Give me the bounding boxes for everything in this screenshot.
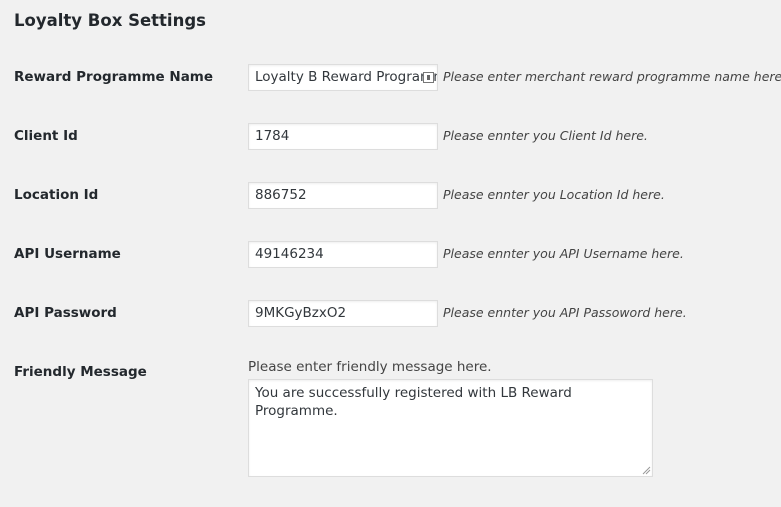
reward-programme-name-input[interactable]: Loyalty B Reward Programme [248,64,438,91]
api-password-row: API Password 9MKGyBzxO2 Please ennter yo… [0,300,781,328]
location-id-value: 886752 [255,187,307,203]
friendly-message-description: Please enter friendly message here. [248,359,492,375]
autofill-key-icon[interactable] [423,72,434,83]
api-username-hint: Please ennter you API Username here. [443,246,684,261]
location-id-hint: Please ennter you Location Id here. [443,187,665,202]
friendly-message-label: Friendly Message [14,364,147,380]
client-id-hint: Please ennter you Client Id here. [443,128,648,143]
reward-programme-name-value: Loyalty B Reward Programme [255,69,438,85]
api-password-input[interactable]: 9MKGyBzxO2 [248,300,438,327]
api-username-row: API Username 49146234 Please ennter you … [0,241,781,269]
reward-programme-name-row: Reward Programme Name Loyalty B Reward P… [0,64,781,92]
api-username-label: API Username [14,246,121,262]
location-id-row: Location Id 886752 Please ennter you Loc… [0,182,781,210]
api-username-input[interactable]: 49146234 [248,241,438,268]
client-id-input[interactable]: 1784 [248,123,438,150]
location-id-label: Location Id [14,187,99,203]
api-password-value: 9MKGyBzxO2 [255,305,347,321]
resize-handle-icon[interactable] [642,466,651,475]
client-id-row: Client Id 1784 Please ennter you Client … [0,123,781,151]
reward-programme-name-hint: Please enter merchant reward programme n… [443,69,781,84]
client-id-value: 1784 [255,128,290,144]
api-password-label: API Password [14,305,117,321]
location-id-input[interactable]: 886752 [248,182,438,209]
friendly-message-value: You are successfully registered with LB … [255,385,572,419]
page-title: Loyalty Box Settings [14,11,206,30]
friendly-message-textarea[interactable]: You are successfully registered with LB … [248,379,653,477]
api-password-hint: Please ennter you API Passoword here. [443,305,687,320]
api-username-value: 49146234 [255,246,324,262]
reward-programme-name-label: Reward Programme Name [14,69,214,85]
client-id-label: Client Id [14,128,78,144]
